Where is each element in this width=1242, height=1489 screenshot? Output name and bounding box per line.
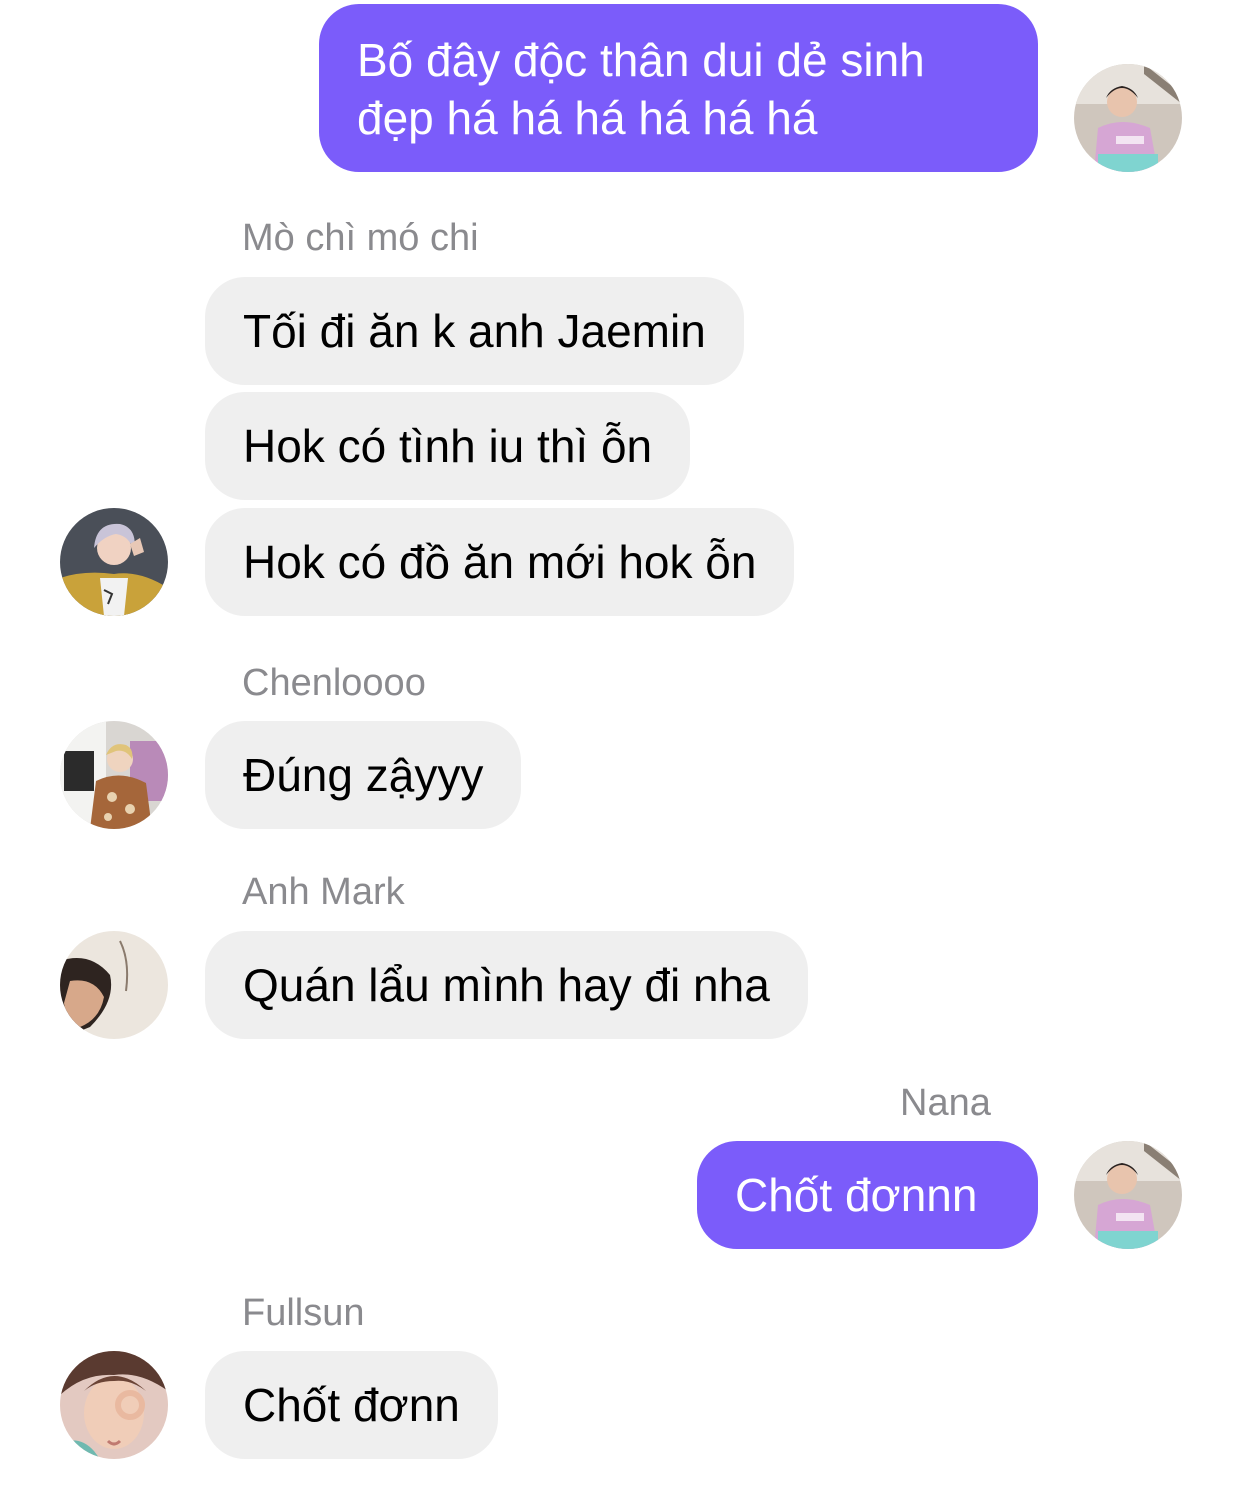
message-text: Chốt đơnnn [735, 1169, 978, 1221]
message-bubble-outgoing[interactable]: Bố đây độc thân dui dẻ sinh đẹp há há há… [319, 4, 1038, 172]
avatar-chenloooo-icon [60, 721, 168, 829]
chat-thread: Bố đây độc thân dui dẻ sinh đẹp há há há… [0, 0, 1242, 1489]
message-bubble-incoming[interactable]: Hok có tình iu thì ỗn [205, 392, 691, 500]
avatar[interactable] [60, 508, 168, 616]
message-bubble-incoming[interactable]: Tối đi ăn k anh Jaemin [205, 277, 744, 385]
avatar[interactable] [1074, 64, 1182, 172]
message-bubble-incoming[interactable]: Quán lẩu mình hay đi nha [205, 931, 808, 1039]
message-text: Quán lẩu mình hay đi nha [243, 959, 770, 1011]
message-text: Hok có đồ ăn mới hok ỗn [243, 536, 757, 588]
sender-name: Nana [900, 1082, 991, 1124]
avatar-nana-icon [1074, 64, 1182, 172]
message-bubble-outgoing[interactable]: Chốt đơnnn [697, 1141, 1038, 1249]
message-text: Đúng zậyyy [243, 749, 484, 801]
sender-name: Chenloooo [242, 662, 426, 704]
message-text: Hok có tình iu thì ỗn [243, 420, 653, 472]
avatar-fullsun-icon [60, 1351, 168, 1459]
message-text: Tối đi ăn k anh Jaemin [243, 305, 706, 357]
sender-name: Mò chì mó chi [242, 217, 479, 259]
message-text: Bố đây độc thân dui dẻ sinh đẹp há há há… [357, 34, 925, 144]
message-bubble-incoming[interactable]: Chốt đơnn [205, 1351, 498, 1459]
avatar[interactable] [60, 931, 168, 1039]
avatar[interactable] [1074, 1141, 1182, 1249]
message-text: Chốt đơnn [243, 1379, 460, 1431]
avatar-nana-icon [1074, 1141, 1182, 1249]
message-bubble-incoming[interactable]: Hok có đồ ăn mới hok ỗn [205, 508, 795, 616]
message-bubble-incoming[interactable]: Đúng zậyyy [205, 721, 522, 829]
sender-name: Fullsun [242, 1292, 365, 1334]
avatar[interactable] [60, 721, 168, 829]
avatar-mo-chi-icon [60, 508, 168, 616]
sender-name: Anh Mark [242, 871, 405, 913]
avatar-anh-mark-icon [60, 931, 168, 1039]
avatar[interactable] [60, 1351, 168, 1459]
